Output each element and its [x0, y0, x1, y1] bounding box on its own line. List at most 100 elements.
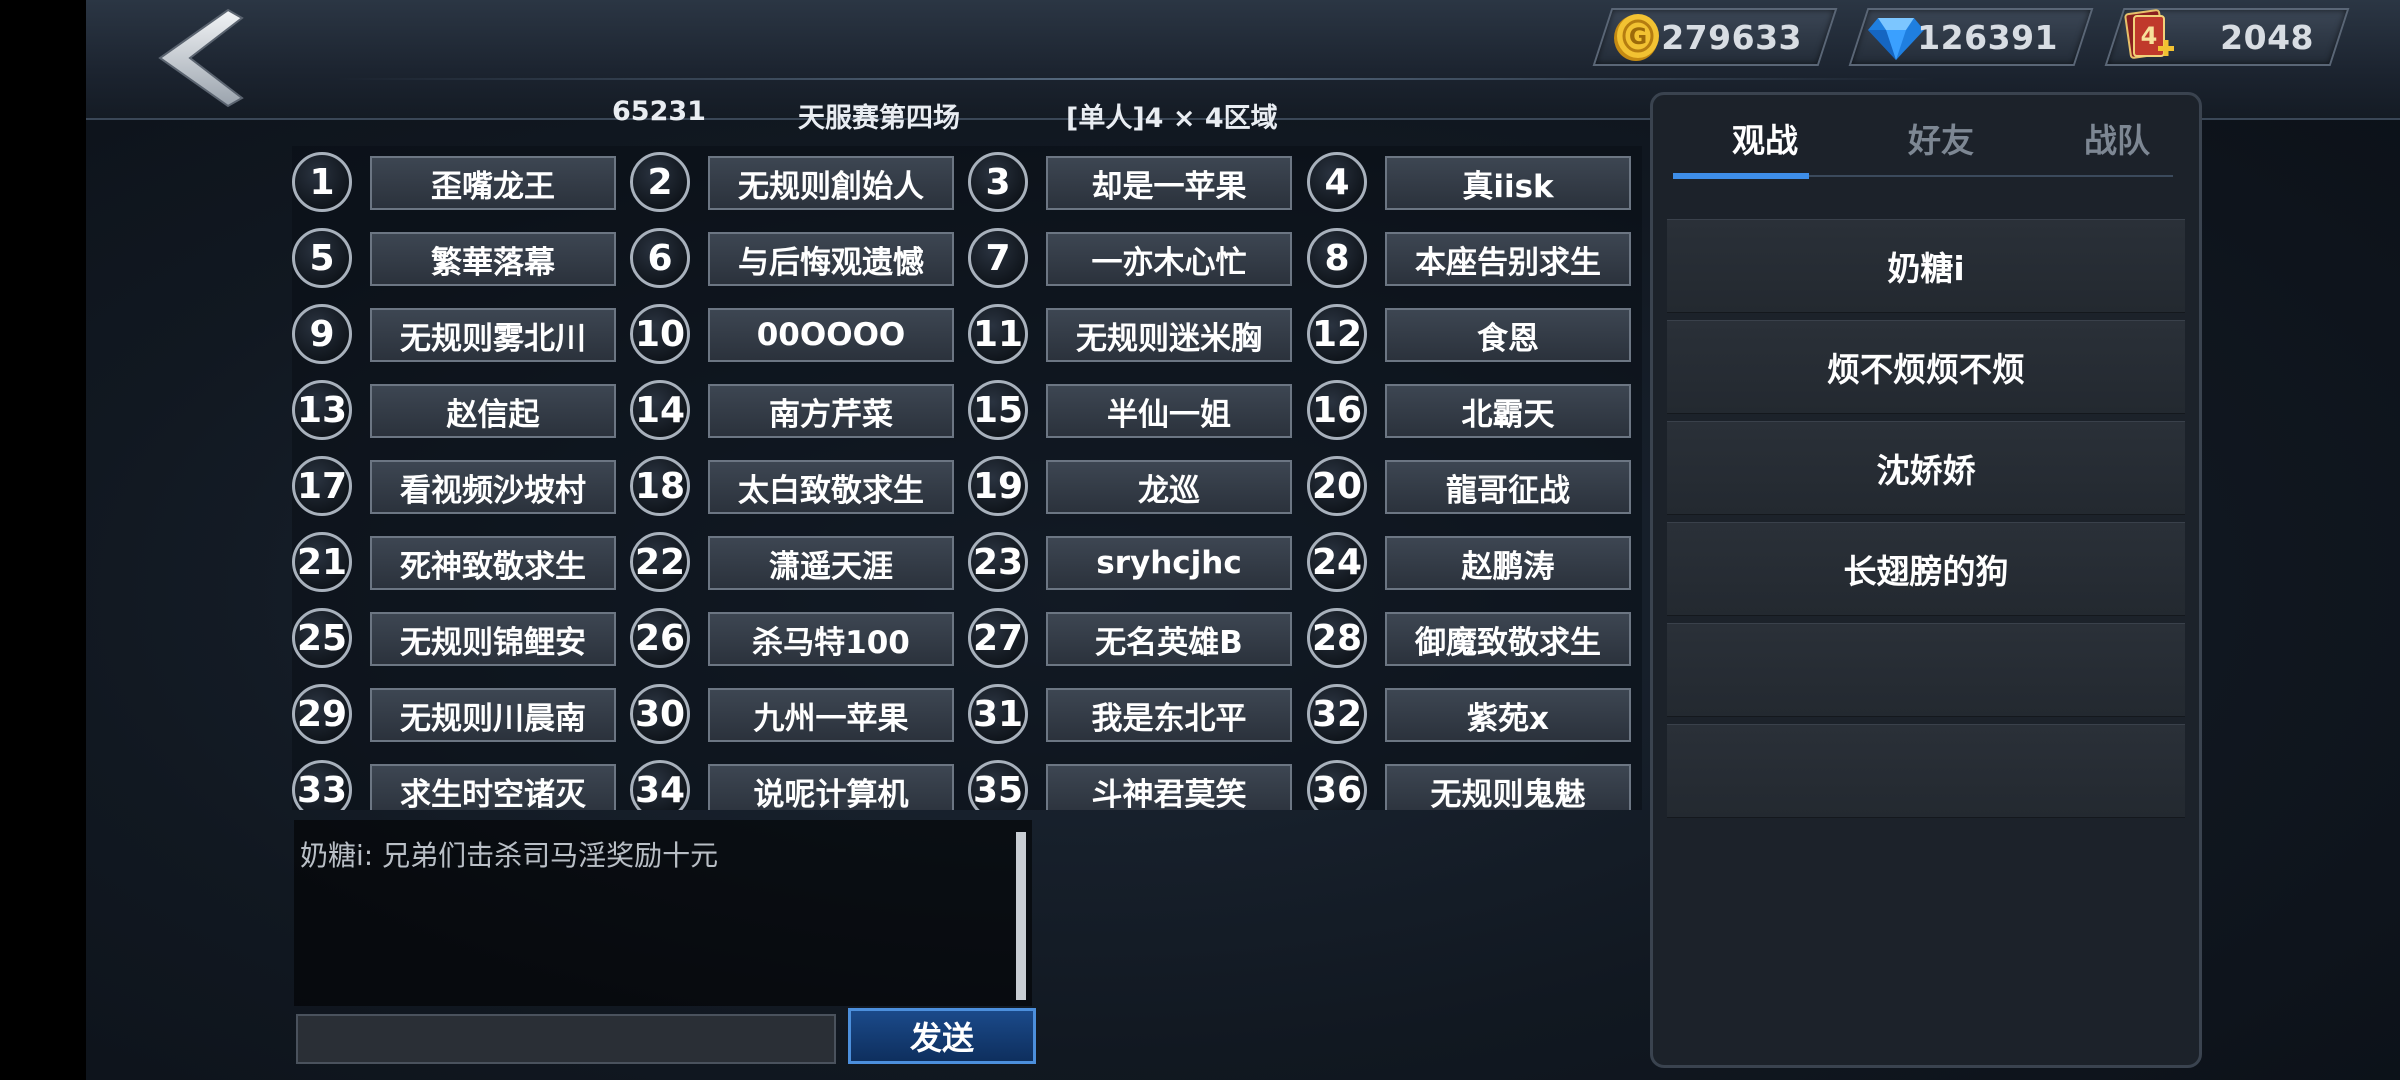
player-slot[interactable]: 13 赵信起 — [292, 380, 622, 442]
slot-player-name[interactable]: 无规则川晨南 — [370, 688, 616, 742]
spectator-item-empty[interactable] — [1667, 623, 2185, 717]
player-slot[interactable]: 10 00OOOO — [630, 304, 960, 366]
player-slot[interactable]: 36 无规则鬼魅 — [1307, 760, 1637, 810]
slot-player-name[interactable]: 求生时空诸灭 — [370, 764, 616, 810]
slot-player-name[interactable]: 繁華落幕 — [370, 232, 616, 286]
match-mode: [单人]4 × 4区域 — [1066, 103, 1278, 134]
player-slot[interactable]: 8 本座告别求生 — [1307, 228, 1637, 290]
send-button[interactable]: 发送 — [848, 1008, 1036, 1064]
slot-player-name[interactable]: 太白致敬求生 — [708, 460, 954, 514]
slot-player-name[interactable]: 北霸天 — [1385, 384, 1631, 438]
player-slot[interactable]: 4 真iisk — [1307, 152, 1637, 214]
player-slot[interactable]: 22 潇遥天涯 — [630, 532, 960, 594]
player-slot[interactable]: 7 一亦木心忙 — [968, 228, 1298, 290]
player-slot[interactable]: 1 歪嘴龙王 — [292, 152, 622, 214]
player-slot[interactable]: 20 龍哥征战 — [1307, 456, 1637, 518]
player-slot[interactable]: 32 紫苑x — [1307, 684, 1637, 746]
slot-player-name[interactable]: 无名英雄B — [1046, 612, 1292, 666]
chat-scrollbar[interactable] — [1016, 832, 1026, 1000]
diamond-counter[interactable]: 126391 — [1848, 8, 2094, 66]
player-slot[interactable]: 29 无规则川晨南 — [292, 684, 622, 746]
spectator-item[interactable]: 沈娇娇 — [1667, 421, 2185, 515]
slot-player-name[interactable]: 无规则雾北川 — [370, 308, 616, 362]
slot-number: 27 — [968, 608, 1028, 668]
player-slot[interactable]: 12 食恩 — [1307, 304, 1637, 366]
svg-text:4: 4 — [2141, 22, 2158, 50]
slot-player-name[interactable]: 本座告别求生 — [1385, 232, 1631, 286]
player-slot[interactable]: 19 龙巡 — [968, 456, 1298, 518]
slot-player-name[interactable]: 御魔致敬求生 — [1385, 612, 1631, 666]
player-slot[interactable]: 16 北霸天 — [1307, 380, 1637, 442]
player-slot[interactable]: 14 南方芹菜 — [630, 380, 960, 442]
player-slot[interactable]: 35 斗神君莫笑 — [968, 760, 1298, 810]
slot-player-name[interactable]: 杀马特100 — [708, 612, 954, 666]
slot-number: 33 — [292, 760, 352, 810]
slot-player-name[interactable]: 死神致敬求生 — [370, 536, 616, 590]
slot-player-name[interactable]: 00OOOO — [708, 308, 954, 362]
slot-player-name[interactable]: 无规则迷米胸 — [1046, 308, 1292, 362]
player-slot[interactable]: 17 看视频沙坡村 — [292, 456, 622, 518]
slot-player-name[interactable]: 无规则鬼魅 — [1385, 764, 1631, 810]
slot-number: 8 — [1307, 228, 1367, 288]
player-slot[interactable]: 27 无名英雄B — [968, 608, 1298, 670]
gold-counter[interactable]: G 279633 — [1592, 8, 1838, 68]
spectator-item[interactable]: 烦不烦烦不烦 — [1667, 320, 2185, 414]
player-slot[interactable]: 25 无规则锦鲤安 — [292, 608, 622, 670]
player-slot[interactable]: 23 sryhcjhc — [968, 532, 1298, 594]
slot-player-name[interactable]: 龍哥征战 — [1385, 460, 1631, 514]
active-tab-indicator — [1673, 173, 1809, 179]
back-button[interactable] — [150, 8, 250, 108]
player-slot[interactable]: 6 与后悔观遗憾 — [630, 228, 960, 290]
slot-player-name[interactable]: 食恩 — [1385, 308, 1631, 362]
player-slot[interactable]: 5 繁華落幕 — [292, 228, 622, 290]
card-amount: 2048 — [2220, 18, 2314, 57]
slot-player-name[interactable]: 半仙一姐 — [1046, 384, 1292, 438]
slot-player-name[interactable]: sryhcjhc — [1046, 536, 1292, 590]
tab-spectate[interactable]: 观战 — [1673, 105, 1857, 171]
slot-player-name[interactable]: 与后悔观遗憾 — [708, 232, 954, 286]
spectator-item[interactable]: 奶糖i — [1667, 219, 2185, 313]
gold-coin-icon: G — [1610, 8, 1666, 68]
player-slot[interactable]: 9 无规则雾北川 — [292, 304, 622, 366]
slot-player-name[interactable]: 紫苑x — [1385, 688, 1631, 742]
chat-log[interactable]: 奶糖i: 兄弟们击杀司马淫奖励十元 — [294, 820, 1032, 1006]
chat-input[interactable] — [296, 1014, 836, 1064]
slot-player-name[interactable]: 龙巡 — [1046, 460, 1292, 514]
slot-player-name[interactable]: 斗神君莫笑 — [1046, 764, 1292, 810]
slot-player-name[interactable]: 赵信起 — [370, 384, 616, 438]
player-slot[interactable]: 30 九州一苹果 — [630, 684, 960, 746]
slot-player-name[interactable]: 九州一苹果 — [708, 688, 954, 742]
player-slot[interactable]: 21 死神致敬求生 — [292, 532, 622, 594]
slot-number: 24 — [1307, 532, 1367, 592]
slot-player-name[interactable]: 说呢计算机 — [708, 764, 954, 810]
spectator-item-empty[interactable] — [1667, 724, 2185, 818]
player-slot[interactable]: 33 求生时空诸灭 — [292, 760, 622, 810]
player-slot[interactable]: 28 御魔致敬求生 — [1307, 608, 1637, 670]
player-slot[interactable]: 2 无规则創始人 — [630, 152, 960, 214]
player-slot[interactable]: 34 说呢计算机 — [630, 760, 960, 810]
slot-player-name[interactable]: 南方芹菜 — [708, 384, 954, 438]
slot-player-name[interactable]: 歪嘴龙王 — [370, 156, 616, 210]
player-slot[interactable]: 31 我是东北平 — [968, 684, 1298, 746]
slot-player-name[interactable]: 真iisk — [1385, 156, 1631, 210]
player-slot[interactable]: 24 赵鹏涛 — [1307, 532, 1637, 594]
slot-number: 36 — [1307, 760, 1367, 810]
tab-friends[interactable]: 好友 — [1849, 105, 2033, 171]
slot-player-name[interactable]: 无规则锦鲤安 — [370, 612, 616, 666]
slot-player-name[interactable]: 赵鹏涛 — [1385, 536, 1631, 590]
slot-number: 16 — [1307, 380, 1367, 440]
player-slot[interactable]: 3 却是一苹果 — [968, 152, 1298, 214]
spectator-item[interactable]: 长翅膀的狗 — [1667, 522, 2185, 616]
slot-player-name[interactable]: 我是东北平 — [1046, 688, 1292, 742]
card-counter[interactable]: 4 2048 — [2104, 8, 2350, 66]
player-slot[interactable]: 15 半仙一姐 — [968, 380, 1298, 442]
slot-player-name[interactable]: 一亦木心忙 — [1046, 232, 1292, 286]
player-slot[interactable]: 26 杀马特100 — [630, 608, 960, 670]
slot-player-name[interactable]: 看视频沙坡村 — [370, 460, 616, 514]
tab-team[interactable]: 战队 — [2025, 105, 2209, 171]
slot-player-name[interactable]: 却是一苹果 — [1046, 156, 1292, 210]
slot-player-name[interactable]: 潇遥天涯 — [708, 536, 954, 590]
player-slot[interactable]: 11 无规则迷米胸 — [968, 304, 1298, 366]
slot-player-name[interactable]: 无规则創始人 — [708, 156, 954, 210]
player-slot[interactable]: 18 太白致敬求生 — [630, 456, 960, 518]
